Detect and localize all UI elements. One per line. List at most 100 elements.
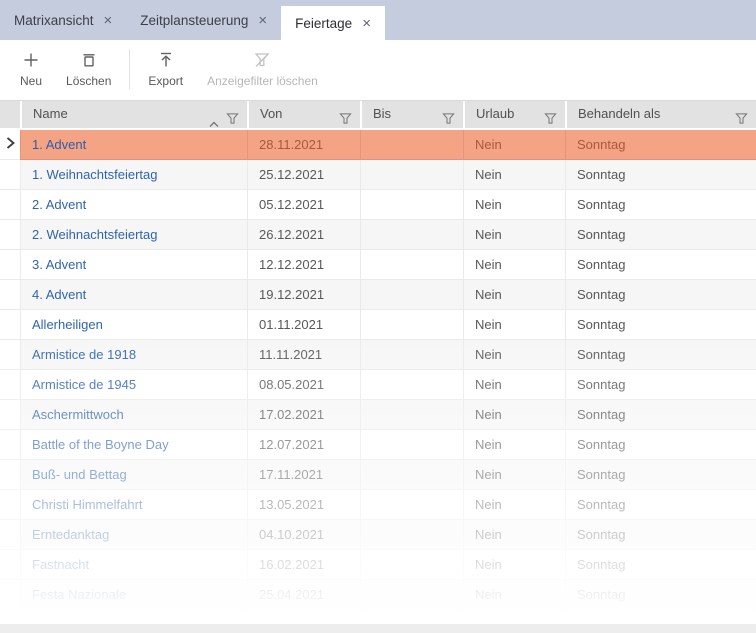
cell-behandeln: Sonntag — [565, 370, 756, 400]
cell-von: 17.02.2021 — [247, 400, 360, 430]
row-gutter-cell — [0, 160, 20, 190]
cell-urlaub: Nein — [463, 130, 565, 160]
table-row[interactable]: 2. Weihnachtsfeiertag26.12.2021NeinSonnt… — [0, 220, 756, 250]
cell-bis — [360, 430, 463, 460]
cell-name[interactable]: Fastnacht — [20, 550, 247, 580]
table-row[interactable]: 3. Advent12.12.2021NeinSonntag — [0, 250, 756, 280]
cell-urlaub: Nein — [463, 520, 565, 550]
new-button[interactable]: Neu — [8, 43, 54, 95]
cell-von: 12.12.2021 — [247, 250, 360, 280]
cell-von: 13.05.2021 — [247, 490, 360, 520]
cell-behandeln: Sonntag — [565, 580, 756, 610]
cell-behandeln: Sonntag — [565, 550, 756, 580]
cell-behandeln: Sonntag — [565, 130, 756, 160]
cell-name[interactable]: Armistice de 1945 — [20, 370, 247, 400]
cell-name[interactable]: 1. Advent — [20, 130, 247, 160]
tab-close-icon[interactable]: × — [258, 13, 267, 28]
cell-name[interactable]: 3. Advent — [20, 250, 247, 280]
cell-urlaub: Nein — [463, 340, 565, 370]
column-header-von[interactable]: Von — [247, 101, 360, 128]
table-row[interactable]: Allerheiligen01.11.2021NeinSonntag — [0, 310, 756, 340]
cell-von: 25.12.2021 — [247, 160, 360, 190]
delete-button[interactable]: Löschen — [54, 43, 123, 95]
cell-urlaub: Nein — [463, 430, 565, 460]
cell-name[interactable]: 2. Weihnachtsfeiertag — [20, 220, 247, 250]
cell-bis — [360, 550, 463, 580]
cell-von: 17.11.2021 — [247, 460, 360, 490]
clear-display-filter-button: Anzeigefilter löschen — [195, 43, 330, 95]
cell-bis — [360, 460, 463, 490]
cell-name[interactable]: Allerheiligen — [20, 310, 247, 340]
cell-name[interactable]: 2. Advent — [20, 190, 247, 220]
table-row[interactable]: Buß- und Bettag17.11.2021NeinSonntag — [0, 460, 756, 490]
header-gutter-cell — [0, 101, 20, 128]
filter-icon[interactable] — [544, 108, 557, 128]
toolbar-button-label: Export — [148, 74, 183, 88]
cell-name[interactable]: Festa Nazionale — [20, 580, 247, 610]
filter-icon[interactable] — [339, 108, 352, 128]
cell-bis — [360, 250, 463, 280]
table-row[interactable]: 1. Weihnachtsfeiertag25.12.2021NeinSonnt… — [0, 160, 756, 190]
export-button[interactable]: Export — [136, 43, 195, 95]
cell-bis — [360, 130, 463, 160]
column-header-bis[interactable]: Bis — [360, 101, 463, 128]
table-row[interactable]: Armistice de 191811.11.2021NeinSonntag — [0, 340, 756, 370]
cell-name[interactable]: Armistice de 1918 — [20, 340, 247, 370]
filter-icon[interactable] — [442, 108, 455, 128]
table-row[interactable]: Fastnacht16.02.2021NeinSonntag — [0, 550, 756, 580]
tab-zeitplansteuerung[interactable]: Zeitplansteuerung× — [126, 0, 281, 40]
table-row[interactable]: Battle of the Boyne Day12.07.2021NeinSon… — [0, 430, 756, 460]
cell-name[interactable]: Christi Himmelfahrt — [20, 490, 247, 520]
cell-urlaub: Nein — [463, 460, 565, 490]
cell-urlaub: Nein — [463, 160, 565, 190]
column-header-label: Name — [33, 106, 68, 121]
cell-urlaub: Nein — [463, 310, 565, 340]
cell-name[interactable]: Aschermittwoch — [20, 400, 247, 430]
cell-behandeln: Sonntag — [565, 430, 756, 460]
tab-label: Matrixansicht — [14, 13, 94, 28]
cell-name[interactable]: Battle of the Boyne Day — [20, 430, 247, 460]
cell-bis — [360, 190, 463, 220]
cell-bis — [360, 370, 463, 400]
cell-behandeln: Sonntag — [565, 400, 756, 430]
filter-icon[interactable] — [735, 108, 748, 128]
toolbar-separator — [129, 49, 130, 89]
row-gutter-cell — [0, 130, 20, 160]
cell-urlaub: Nein — [463, 280, 565, 310]
table-row[interactable]: Christi Himmelfahrt13.05.2021NeinSonntag — [0, 490, 756, 520]
filter-icon[interactable] — [226, 108, 239, 128]
cell-name[interactable]: 1. Weihnachtsfeiertag — [20, 160, 247, 190]
cell-name[interactable]: Erntedanktag — [20, 520, 247, 550]
cell-behandeln: Sonntag — [565, 340, 756, 370]
column-header-label: Behandeln als — [578, 106, 660, 121]
table-row[interactable]: Erntedanktag04.10.2021 NeinSonntag — [0, 520, 756, 550]
selected-row-indicator — [6, 136, 15, 154]
column-header-urlaub[interactable]: Urlaub — [463, 101, 565, 128]
toolbar: NeuLöschen Export Anzeigefilter löschen — [0, 40, 756, 98]
filter-clear-icon — [252, 50, 272, 70]
tab-matrixansicht[interactable]: Matrixansicht × — [0, 0, 126, 40]
table-row[interactable]: 4. Advent19.12.2021NeinSonntag — [0, 280, 756, 310]
cell-von: 04.10.2021 — [247, 520, 360, 550]
cell-name[interactable]: 4. Advent — [20, 280, 247, 310]
table-row[interactable]: Festa Nazionale25.04.2021NeinSonntag — [0, 580, 756, 610]
row-gutter-cell — [0, 550, 20, 580]
trash-icon — [79, 50, 99, 70]
cell-urlaub: Nein — [463, 190, 565, 220]
tab-feiertage[interactable]: Feiertage × — [281, 6, 385, 40]
table-row[interactable]: Armistice de 194508.05.2021NeinSonntag — [0, 370, 756, 400]
tab-bar: Matrixansicht×Zeitplansteuerung×Feiertag… — [0, 0, 756, 40]
row-gutter-cell — [0, 250, 20, 280]
column-header-behandeln[interactable]: Behandeln als — [565, 101, 756, 128]
tab-close-icon[interactable]: × — [104, 13, 113, 28]
cell-name[interactable]: Buß- und Bettag — [20, 460, 247, 490]
cell-behandeln: Sonntag — [565, 520, 756, 550]
table-row[interactable]: 2. Advent05.12.2021NeinSonntag — [0, 190, 756, 220]
table-row[interactable]: Aschermittwoch17.02.2021NeinSonntag — [0, 400, 756, 430]
tab-close-icon[interactable]: × — [362, 16, 371, 31]
tab-label: Feiertage — [295, 16, 352, 31]
column-header-name[interactable]: Name — [20, 101, 247, 128]
row-gutter-cell — [0, 310, 20, 340]
cell-bis — [360, 310, 463, 340]
table-row[interactable]: 1. Advent28.11.2021NeinSonntag — [0, 130, 756, 160]
